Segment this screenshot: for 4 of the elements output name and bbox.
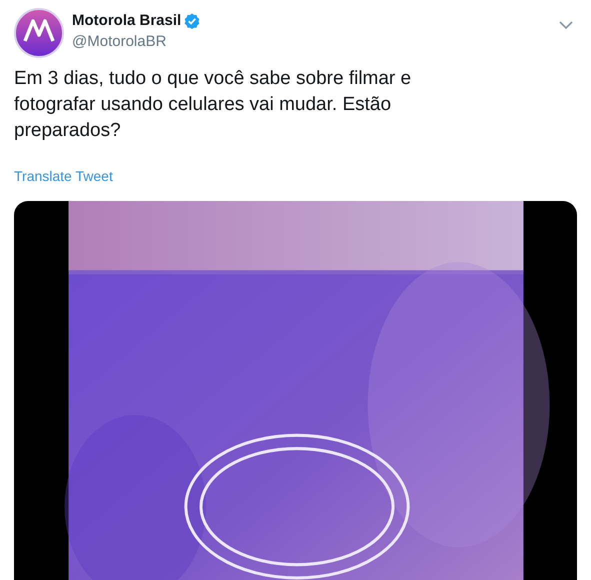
- author-handle[interactable]: @MotorolaBR: [72, 32, 166, 52]
- author-name[interactable]: Motorola Brasil: [72, 11, 182, 31]
- tweet-text: Em 3 dias, tudo o que você sabe sobre filmar e fotografar usando celulares vai mudar. Estão preparados?: [13, 67, 412, 143]
- translate-link[interactable]: Translate Tweet: [14, 168, 113, 184]
